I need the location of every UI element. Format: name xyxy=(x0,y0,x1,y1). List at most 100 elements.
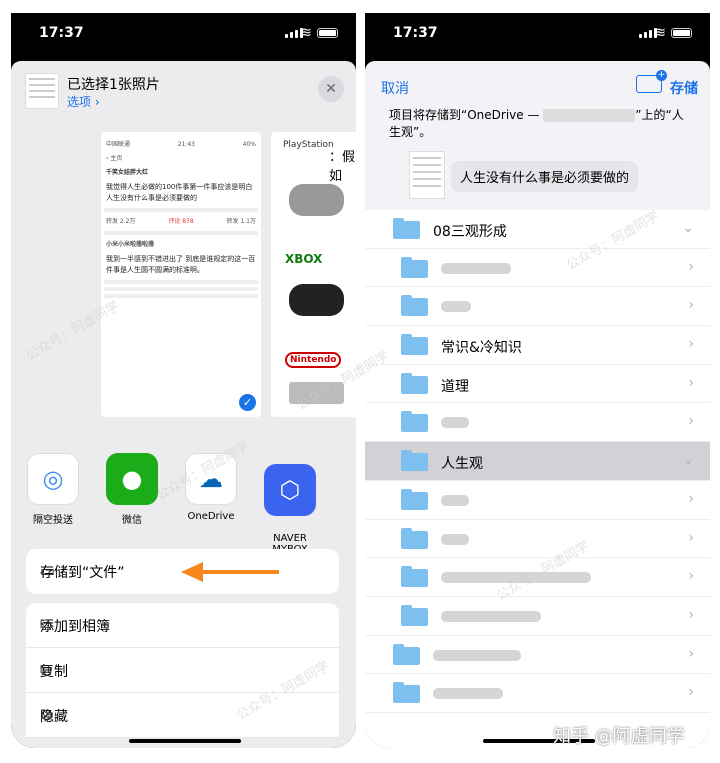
redacted-folder-label xyxy=(441,610,541,622)
folder-row[interactable]: › xyxy=(365,249,710,288)
files-sheet: 取消 + 存储 项目将存储到“OneDrive — ”上的“人生观”。 人生没有… xyxy=(365,61,710,748)
app-wechat[interactable]: ● 微信 xyxy=(99,453,165,526)
folder-icon xyxy=(393,218,420,239)
file-name-field[interactable]: 人生没有什么事是必须要做的 xyxy=(451,161,639,192)
close-button[interactable]: ✕ xyxy=(318,76,344,102)
status-bar: 17:37 ≋ xyxy=(11,13,356,61)
chevron-right-icon[interactable]: › xyxy=(688,607,694,623)
copy-icon: ⧉ xyxy=(40,660,52,679)
copy-action[interactable]: 复制 ⧉ xyxy=(26,648,339,693)
chevron-right-icon[interactable]: › xyxy=(688,375,694,391)
files-picker-phone: 17:37 ≋ 取消 + 存储 项目将存储到“OneDrive — ”上的“人生… xyxy=(365,13,710,748)
chevron-right-icon[interactable]: › xyxy=(688,530,694,546)
folder-icon xyxy=(401,527,428,549)
controller-image xyxy=(289,382,344,404)
app-onedrive[interactable]: ☁ OneDrive xyxy=(178,453,244,522)
folder-icon: ▭ xyxy=(40,561,56,580)
airdrop-icon: ◎ xyxy=(27,453,79,505)
redacted-account xyxy=(543,109,636,122)
app-naver-mybox[interactable]: ⬡ NAVER MYBOX xyxy=(257,453,323,555)
folder-icon xyxy=(401,372,428,394)
folder-list: 08三观形成 ⌄ › › 常识&冷知识 › 道理 › › 人生观 ⌄ › › › › › › xyxy=(365,210,710,748)
destination-text: 项目将存储到“OneDrive — ”上的“人生观”。 xyxy=(389,108,684,139)
new-folder-icon[interactable]: + xyxy=(636,70,667,93)
add-to-album-action[interactable]: 添加到相簿 ⧉ xyxy=(26,603,339,648)
redacted-folder-label xyxy=(441,494,469,506)
folder-label: 人生观 xyxy=(441,456,483,473)
folder-row[interactable]: 常识&冷知识 › xyxy=(365,326,710,365)
photo-thumbnail xyxy=(25,73,59,109)
folder-row[interactable]: › xyxy=(365,520,710,559)
options-link[interactable]: 选项 › xyxy=(67,93,100,110)
wifi-icon: ≋ xyxy=(654,25,666,41)
folder-row[interactable]: 道理 › xyxy=(365,365,710,404)
brand-watermark: 知乎 @阿虚同学 xyxy=(553,726,685,747)
folder-row[interactable]: 08三观形成 ⌄ xyxy=(365,210,710,249)
nintendo-logo: Nintendo xyxy=(285,352,342,368)
chevron-right-icon[interactable]: › xyxy=(688,413,694,429)
folder-label: 道理 xyxy=(441,378,469,395)
files-nav: 取消 + 存储 xyxy=(365,61,710,106)
selected-count: 已选择1张照片 xyxy=(67,77,160,93)
chevron-right-icon[interactable]: › xyxy=(688,646,694,662)
folder-icon xyxy=(401,566,428,588)
chevron-right-icon[interactable]: › xyxy=(688,336,694,352)
share-header: 已选择1张照片 选项 › ✕ xyxy=(11,61,356,123)
save-button[interactable]: 存储 xyxy=(670,78,698,98)
save-to-files-group: 存储到“文件” ▭ xyxy=(26,549,339,594)
onedrive-icon: ☁ xyxy=(185,453,237,505)
selected-check-icon: ✓ xyxy=(239,394,256,411)
hide-eye-icon: ⊘ xyxy=(40,705,54,724)
folder-row[interactable]: › xyxy=(365,674,710,713)
chevron-right-icon[interactable]: › xyxy=(688,568,694,584)
wechat-icon: ● xyxy=(106,453,158,505)
folder-row[interactable]: › xyxy=(365,558,710,597)
app-row: ◎ 隔空投送 ● 微信 ☁ OneDrive ⬡ NAVER MYBOX xyxy=(11,453,356,555)
save-to-files-action[interactable]: 存储到“文件” ▭ xyxy=(26,549,339,594)
folder-icon xyxy=(401,295,428,317)
chevron-right-icon[interactable]: › xyxy=(688,297,694,313)
add-album-icon: ⧉ xyxy=(40,615,52,634)
redacted-folder-label xyxy=(441,301,471,313)
xbox-logo: XBOX xyxy=(285,252,323,266)
folder-row[interactable]: › xyxy=(365,403,710,443)
share-sheet: 已选择1张照片 选项 › ✕ 中国联通 21:43 40% ‹ 主页 千笑女娃胖大红… xyxy=(11,61,356,748)
actions-group: 添加到相簿 ⧉ 复制 ⧉ 隐藏 ⊘ xyxy=(26,603,339,738)
chevron-right-icon[interactable]: › xyxy=(688,491,694,507)
controller-image xyxy=(289,184,344,216)
folder-icon xyxy=(401,450,428,472)
folder-row[interactable]: › xyxy=(365,287,710,327)
chevron-right-icon[interactable]: › xyxy=(688,259,694,275)
redacted-folder-label xyxy=(433,649,521,661)
app-airdrop[interactable]: ◎ 隔空投送 xyxy=(20,453,86,526)
redacted-folder-label xyxy=(441,533,469,545)
status-time: 17:37 xyxy=(39,25,84,41)
folder-label: 常识&冷知识 xyxy=(441,340,522,357)
folder-icon xyxy=(393,643,420,665)
status-time: 17:37 xyxy=(393,25,438,41)
preview-title: ：假如 xyxy=(329,150,356,184)
redacted-folder-label xyxy=(441,417,469,429)
folder-icon xyxy=(401,411,428,433)
chevron-right-icon[interactable]: › xyxy=(688,684,694,700)
folder-icon xyxy=(393,682,420,704)
redacted-folder-label xyxy=(433,688,503,700)
chevron-down-icon[interactable]: ⌄ xyxy=(682,452,694,468)
photo-preview[interactable]: 中国联通 21:43 40% ‹ 主页 千笑女娃胖大红 我觉得人生必做的100件事第… xyxy=(101,132,261,417)
hide-action[interactable]: 隐藏 ⊘ xyxy=(26,693,339,738)
folder-row[interactable]: 人生观 ⌄ xyxy=(365,442,710,481)
folder-row[interactable]: › xyxy=(365,481,710,520)
share-sheet-phone: 17:37 ≋ 已选择1张照片 选项 › ✕ 中国联通 21:43 40% ‹ 主页… xyxy=(11,13,356,748)
playstation-logo: PlayStation xyxy=(283,140,334,150)
wifi-icon: ≋ xyxy=(300,25,312,41)
folder-icon xyxy=(401,334,428,356)
battery-icon xyxy=(671,28,692,38)
folder-row[interactable]: › xyxy=(365,597,710,636)
folder-row[interactable]: › xyxy=(365,636,710,675)
status-bar: 17:37 ≋ xyxy=(365,13,710,61)
cancel-button[interactable]: 取消 xyxy=(381,78,409,98)
naver-mybox-icon: ⬡ xyxy=(264,464,316,516)
chevron-down-icon[interactable]: ⌄ xyxy=(682,220,694,236)
folder-icon xyxy=(401,604,428,626)
second-photo-preview[interactable]: PlayStation ：假如 XBOX Nintendo xyxy=(271,132,356,417)
